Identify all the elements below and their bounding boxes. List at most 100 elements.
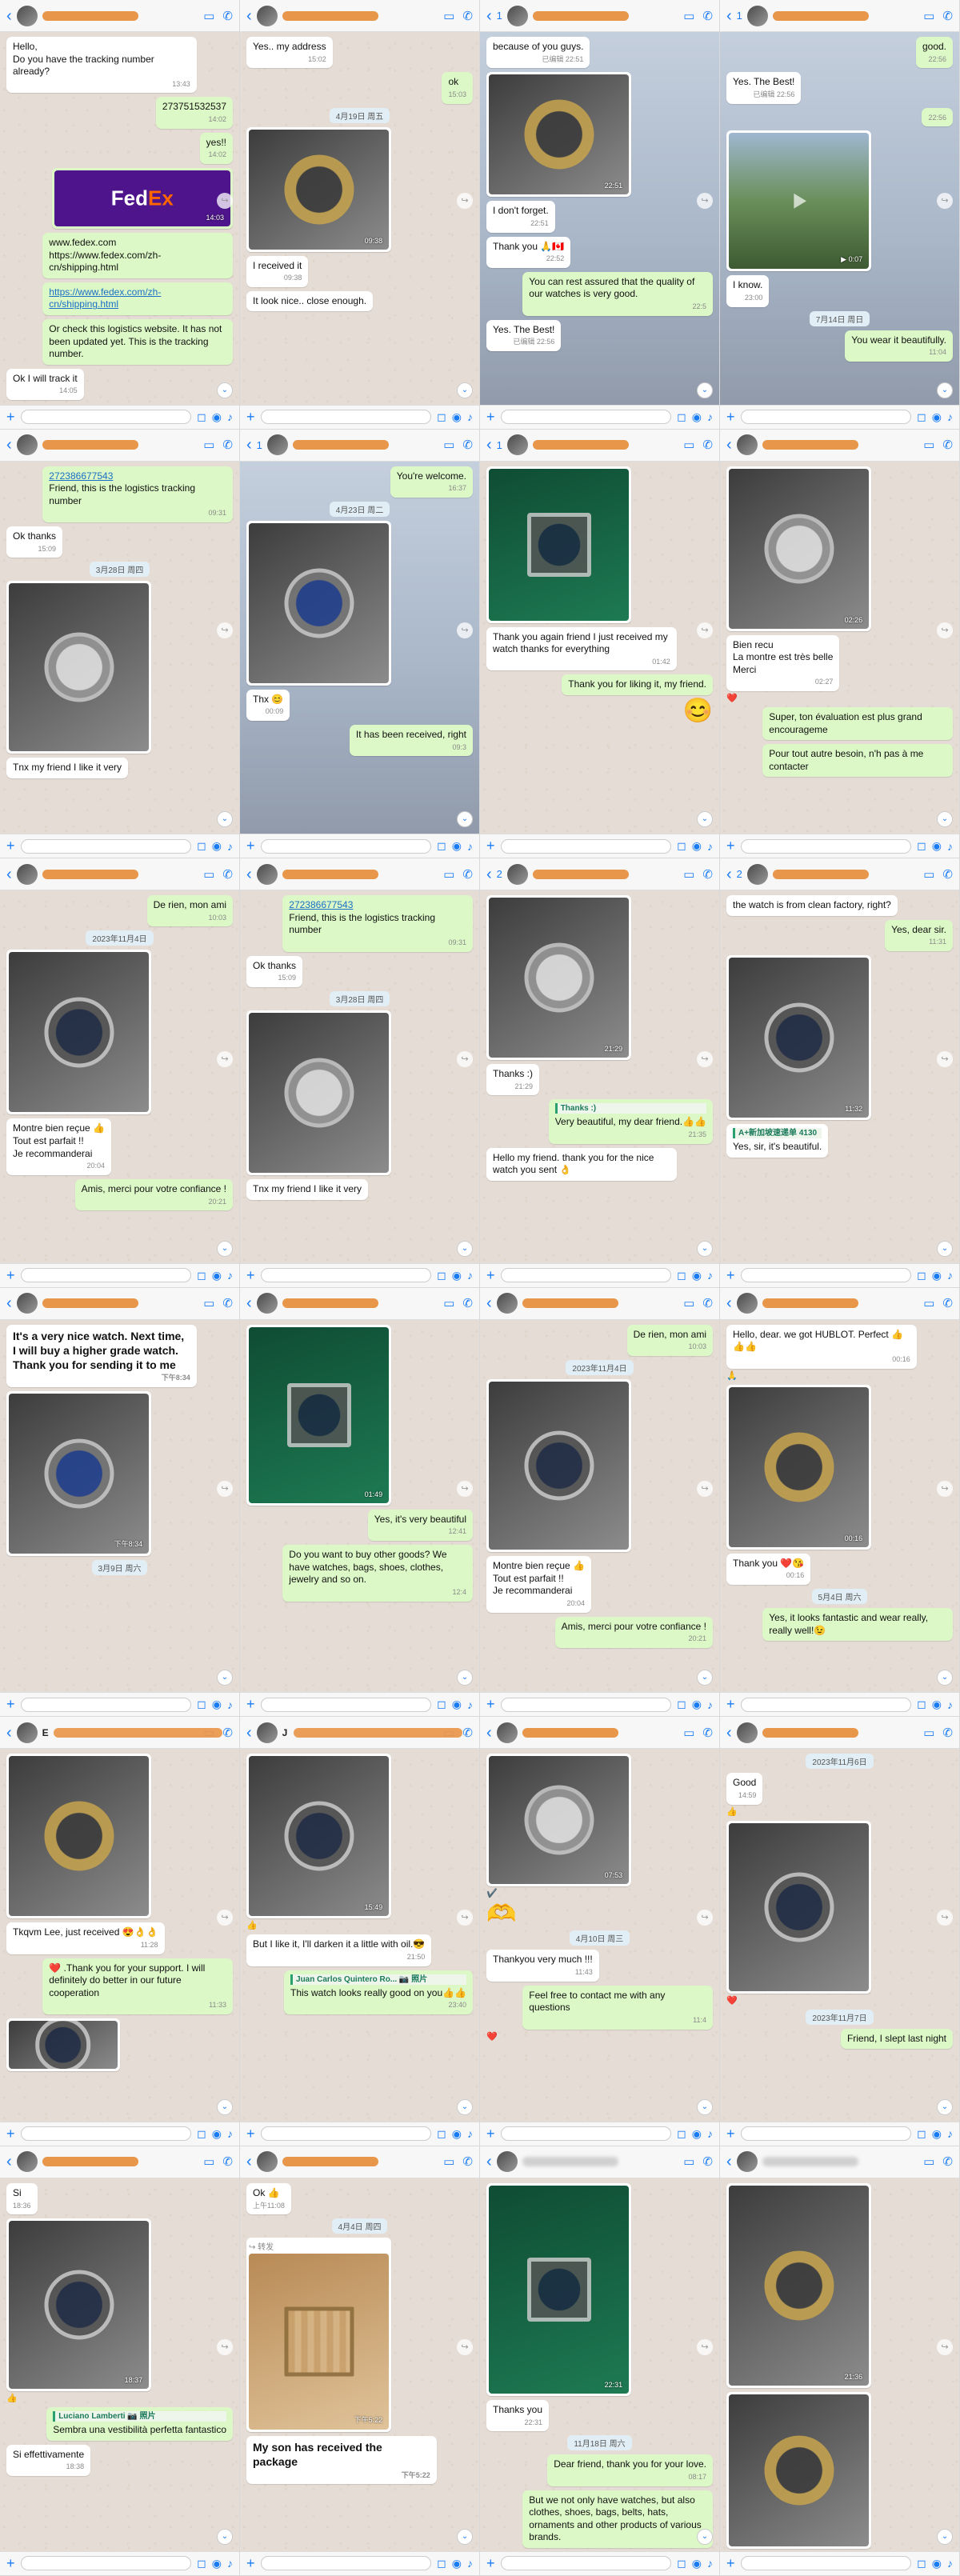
contact-name-redacted[interactable] [762,1727,858,1738]
outgoing-message[interactable]: But we not only have watches, but also c… [522,2490,713,2548]
photo-message[interactable] [6,950,152,1115]
message-input[interactable] [740,410,912,425]
mic-icon[interactable]: ♪ [467,2557,473,2570]
incoming-message[interactable]: Thanks :) 21:29 [486,1064,540,1096]
plus-icon[interactable]: + [6,838,15,854]
contact-name-redacted[interactable] [532,440,629,450]
photo-message[interactable]: ↪ 转发 下午5:22 [246,2238,392,2433]
back-icon[interactable]: ‹ [726,866,732,882]
message-input[interactable] [260,1268,432,1283]
message-input[interactable] [740,2556,912,2571]
voice-call-icon[interactable]: ✆ [942,1296,953,1310]
plus-icon[interactable]: + [246,2555,255,2572]
contact-name-redacted[interactable] [42,10,138,21]
photo-message[interactable]: 02:26 [726,466,872,631]
avatar[interactable] [496,2151,518,2173]
voice-call-icon[interactable]: ✆ [702,9,713,23]
video-call-icon[interactable]: ▭ [923,1296,934,1310]
share-icon[interactable]: ↪ [697,193,713,210]
watch-photo[interactable] [729,1822,870,1991]
back-icon[interactable]: ‹ [486,866,492,882]
incoming-message[interactable]: It's a very nice watch. Next time, I wil… [6,1324,197,1388]
contact-name-redacted[interactable] [772,869,869,879]
watch-photo[interactable] [489,468,630,621]
watch-photo[interactable]: 18:37 [9,2221,150,2390]
voice-call-icon[interactable]: ✆ [462,1296,473,1310]
incoming-message[interactable]: Tnx my friend I like it very [246,1178,369,1200]
voice-call-icon[interactable]: ✆ [462,867,473,882]
scroll-down-icon[interactable]: ⌄ [457,2528,473,2545]
scroll-down-icon[interactable]: ⌄ [697,382,713,398]
watch-photo[interactable] [729,2394,870,2546]
message-list[interactable]: Yes.. my address 15:02 ok 15:03 4月19日 周五 09:3… [240,32,479,405]
camera-icon[interactable]: ◉ [212,1698,222,1711]
photo-message[interactable] [246,520,392,686]
outgoing-message[interactable]: 273751532537 14:02 [155,97,233,129]
contact-name-redacted[interactable] [522,1298,618,1309]
video-call-icon[interactable]: ▭ [683,867,694,882]
watch-photo[interactable]: 00:16 [729,1386,870,1547]
sticker-icon[interactable]: ◻ [677,410,686,424]
message-input[interactable] [260,838,432,854]
message-input[interactable] [500,2556,672,2571]
scroll-down-icon[interactable]: ⌄ [937,2098,953,2115]
camera-icon[interactable]: ◉ [932,839,942,853]
video-call-icon[interactable]: ▭ [443,9,454,23]
avatar[interactable] [16,2151,38,2173]
watch-photo[interactable] [249,1012,390,1173]
quoted-reply[interactable]: Thanks :) [554,1103,706,1114]
incoming-message[interactable]: Bien recu La montre est très belle Merci 02… [726,634,840,692]
message-list[interactable]: Thank you again friend I just received m… [480,462,719,834]
voice-call-icon[interactable]: ✆ [942,9,953,23]
video-call-icon[interactable]: ▭ [203,2154,214,2169]
outgoing-message[interactable]: 22:56 [922,107,953,127]
message-list[interactable]: De rien, mon ami 10:03 2023年11月4日 Montre bi… [0,890,239,1263]
mic-icon[interactable]: ♪ [947,410,953,423]
message-input[interactable] [740,2126,912,2142]
message-list[interactable]: 272386677543 Friend, this is the logistic… [240,890,479,1263]
share-icon[interactable]: ↪ [457,1480,473,1497]
outgoing-message[interactable]: Yes, it's very beautiful 12:41 [367,1509,473,1542]
quoted-reply[interactable]: Luciano Lamberti 📷 照片 [53,2411,226,2422]
scroll-down-icon[interactable]: ⌄ [937,2528,953,2545]
message-list[interactable]: Tkqvm Lee, just received 😍👌👌 11:28 ❤️ .Tha… [0,1749,239,2122]
mic-icon[interactable]: ♪ [707,2127,713,2140]
voice-call-icon[interactable]: ✆ [942,1726,953,1740]
back-icon[interactable]: ‹ [486,437,492,453]
sticker-icon[interactable]: ◻ [437,2557,446,2570]
voice-call-icon[interactable]: ✆ [702,438,713,452]
outgoing-message[interactable]: Super, ton évaluation est plus grand enc… [762,707,953,741]
incoming-message[interactable]: Ok thanks 15:09 [246,955,303,987]
voice-call-icon[interactable]: ✆ [222,438,233,452]
avatar[interactable] [256,5,278,26]
plus-icon[interactable]: + [486,2126,495,2142]
voice-call-icon[interactable]: ✆ [702,2154,713,2169]
plus-icon[interactable]: + [726,1267,735,1284]
avatar[interactable] [256,1293,278,1314]
contact-name-redacted[interactable] [532,869,629,879]
mic-icon[interactable]: ♪ [227,1698,233,1711]
camera-icon[interactable]: ◉ [212,410,222,424]
share-icon[interactable]: ↪ [457,193,473,210]
avatar[interactable] [16,863,38,885]
share-icon[interactable]: ↪ [697,1480,713,1497]
watch-photo[interactable]: ▶ 0:07 [729,133,870,270]
avatar[interactable] [736,1293,758,1314]
mic-icon[interactable]: ♪ [227,1269,233,1282]
message-list[interactable]: 21:36 [720,2178,959,2551]
plus-icon[interactable]: + [246,2126,255,2142]
back-icon[interactable]: ‹ [246,8,252,24]
avatar[interactable] [506,434,528,456]
scroll-down-icon[interactable]: ⌄ [937,382,953,398]
outgoing-message[interactable]: Amis, merci pour votre confiance ! 20:21 [554,1616,713,1648]
back-icon[interactable]: ‹ [6,1725,12,1741]
mic-icon[interactable]: ♪ [707,2557,713,2570]
share-icon[interactable]: ↪ [217,622,233,638]
scroll-down-icon[interactable]: ⌄ [217,2528,233,2545]
photo-message[interactable]: 00:16 [726,1384,872,1550]
avatar[interactable] [746,863,768,885]
incoming-message[interactable]: Yes. The Best! 已编辑 22:56 [486,319,562,351]
video-call-icon[interactable]: ▭ [203,1296,214,1310]
plus-icon[interactable]: + [6,1267,15,1284]
video-call-icon[interactable]: ▭ [443,1296,454,1310]
